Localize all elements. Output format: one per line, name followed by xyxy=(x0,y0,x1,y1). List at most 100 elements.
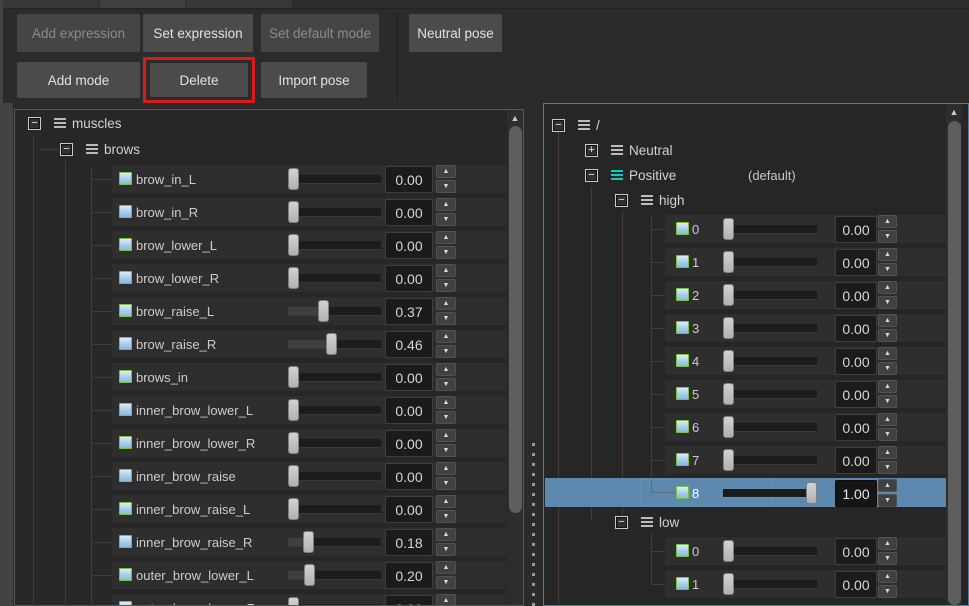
value-spinbox[interactable]: 0.20 xyxy=(385,562,433,589)
tab-segment-active[interactable] xyxy=(100,0,185,8)
item-label[interactable]: outer_brow_lower_R xyxy=(136,594,256,606)
spin-down-button[interactable]: ▼ xyxy=(436,213,456,226)
low-group-label[interactable]: low xyxy=(659,512,679,532)
spin-up-button[interactable]: ▲ xyxy=(878,537,897,550)
value-spinbox[interactable]: 0.00 xyxy=(835,414,877,441)
spin-down-button[interactable]: ▼ xyxy=(878,428,897,441)
slider-handle[interactable] xyxy=(288,168,299,190)
item-label[interactable]: 2 xyxy=(692,281,699,309)
slider-track[interactable] xyxy=(288,406,381,414)
enabled-checkbox-icon[interactable] xyxy=(119,535,132,548)
spin-down-button[interactable]: ▼ xyxy=(436,510,456,523)
item-label[interactable]: 6 xyxy=(692,413,699,441)
spin-up-button[interactable]: ▲ xyxy=(878,281,897,294)
value-spinbox[interactable]: 0.00 xyxy=(385,430,433,457)
spin-down-button[interactable]: ▼ xyxy=(436,180,456,193)
value-spinbox[interactable]: 0.37 xyxy=(385,298,433,325)
spin-down-button[interactable]: ▼ xyxy=(878,395,897,408)
slider-handle[interactable] xyxy=(723,317,734,339)
scrollbar-up-button[interactable]: ▲ xyxy=(946,105,962,119)
item-label[interactable]: 8 xyxy=(692,479,699,507)
item-label[interactable]: inner_brow_raise xyxy=(136,462,236,490)
enabled-checkbox-icon[interactable] xyxy=(119,271,132,284)
spin-up-button[interactable]: ▲ xyxy=(878,380,897,393)
enabled-checkbox-icon[interactable] xyxy=(119,502,132,515)
slider-track[interactable] xyxy=(723,390,817,398)
enabled-checkbox-icon[interactable] xyxy=(676,453,689,466)
spin-down-button[interactable]: ▼ xyxy=(436,477,456,490)
slider-track[interactable] xyxy=(723,291,817,299)
value-spinbox[interactable]: 0.00 xyxy=(835,571,877,598)
tree-expander-icon[interactable]: − xyxy=(585,169,598,182)
scrollbar-up-button[interactable]: ▲ xyxy=(507,111,523,125)
slider-track[interactable] xyxy=(723,456,817,464)
item-label[interactable]: inner_brow_lower_L xyxy=(136,396,253,424)
spin-down-button[interactable]: ▼ xyxy=(436,576,456,589)
tree-expander-icon[interactable]: + xyxy=(585,144,598,157)
slider-handle[interactable] xyxy=(288,234,299,256)
slider-handle[interactable] xyxy=(304,564,315,586)
item-label[interactable]: brow_in_R xyxy=(136,198,198,226)
delete-button[interactable]: Delete xyxy=(150,63,248,97)
slider-track[interactable] xyxy=(288,472,381,480)
value-spinbox[interactable]: 0.00 xyxy=(835,381,877,408)
value-spinbox[interactable]: 0.00 xyxy=(835,315,877,342)
slider-track[interactable] xyxy=(288,439,381,447)
spin-up-button[interactable]: ▲ xyxy=(436,396,456,409)
spin-up-button[interactable]: ▲ xyxy=(436,429,456,442)
slider-track[interactable] xyxy=(723,547,817,555)
item-label[interactable]: 4 xyxy=(692,347,699,375)
enabled-checkbox-icon[interactable] xyxy=(119,172,132,185)
spin-down-button[interactable]: ▼ xyxy=(436,345,456,358)
slider-handle[interactable] xyxy=(326,333,337,355)
item-label[interactable]: 7 xyxy=(692,446,699,474)
slider-handle[interactable] xyxy=(288,432,299,454)
item-label[interactable]: brow_raise_L xyxy=(136,297,214,325)
tab-segment[interactable] xyxy=(186,0,292,8)
spin-down-button[interactable]: ▼ xyxy=(878,263,897,276)
value-spinbox[interactable]: 0.00 xyxy=(835,538,877,565)
spin-up-button[interactable]: ▲ xyxy=(436,165,456,178)
spin-up-button[interactable]: ▲ xyxy=(878,570,897,583)
slider-track[interactable] xyxy=(288,274,381,282)
item-label[interactable]: 0 xyxy=(692,215,699,243)
spin-up-button[interactable]: ▲ xyxy=(878,314,897,327)
enabled-checkbox-icon[interactable] xyxy=(119,304,132,317)
spin-up-button[interactable]: ▲ xyxy=(878,347,897,360)
slider-handle[interactable] xyxy=(723,449,734,471)
spin-up-button[interactable]: ▲ xyxy=(878,215,897,228)
tab-segment[interactable] xyxy=(3,0,99,8)
slider-track[interactable] xyxy=(288,373,381,381)
slider-handle[interactable] xyxy=(723,284,734,306)
slider-track[interactable] xyxy=(723,357,817,365)
value-spinbox[interactable]: 0.00 xyxy=(385,397,433,424)
brows-group-label[interactable]: brows xyxy=(104,139,140,159)
slider-handle[interactable] xyxy=(288,465,299,487)
value-spinbox[interactable]: 0.00 xyxy=(835,447,877,474)
enabled-checkbox-icon[interactable] xyxy=(119,403,132,416)
slider-handle[interactable] xyxy=(288,201,299,223)
enabled-checkbox-icon[interactable] xyxy=(676,255,689,268)
value-spinbox[interactable]: 1.00 xyxy=(835,480,877,507)
value-spinbox[interactable]: 0.00 xyxy=(385,166,433,193)
spin-up-button[interactable]: ▲ xyxy=(878,248,897,261)
tree-expander-icon[interactable]: − xyxy=(615,194,628,207)
enabled-checkbox-icon[interactable] xyxy=(676,354,689,367)
slider-handle[interactable] xyxy=(723,383,734,405)
slider-handle[interactable] xyxy=(318,300,329,322)
value-spinbox[interactable]: 0.00 xyxy=(835,216,877,243)
add-expression-button[interactable]: Add expression xyxy=(17,14,140,52)
enabled-checkbox-icon[interactable] xyxy=(676,577,689,590)
enabled-checkbox-icon[interactable] xyxy=(119,370,132,383)
enabled-checkbox-icon[interactable] xyxy=(676,387,689,400)
slider-handle[interactable] xyxy=(288,399,299,421)
slider-handle[interactable] xyxy=(288,267,299,289)
spin-down-button[interactable]: ▼ xyxy=(436,312,456,325)
item-label[interactable]: outer_brow_lower_L xyxy=(136,561,254,589)
scrollbar-thumb[interactable] xyxy=(509,126,522,513)
slider-handle[interactable] xyxy=(723,218,734,240)
spin-up-button[interactable]: ▲ xyxy=(878,413,897,426)
slider-track[interactable] xyxy=(723,324,817,332)
item-label[interactable]: brow_in_L xyxy=(136,165,196,193)
item-label[interactable]: 0 xyxy=(692,537,699,565)
